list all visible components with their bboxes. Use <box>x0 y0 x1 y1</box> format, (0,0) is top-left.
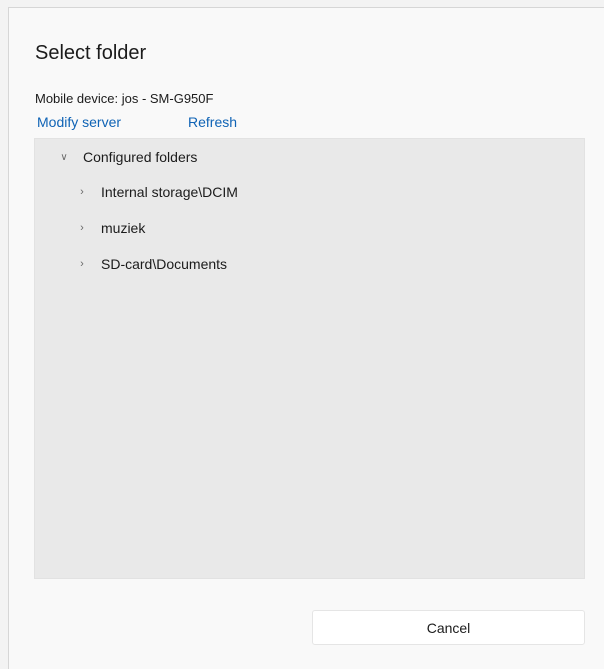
select-folder-dialog: Select folder Mobile device: jos - SM-G9… <box>8 7 604 669</box>
chevron-right-icon[interactable]: › <box>75 258 89 270</box>
tree-item-label: SD-card\Documents <box>101 256 228 272</box>
dialog-title: Select folder <box>35 42 147 64</box>
tree-item-label: muziek <box>101 220 146 236</box>
tree-item-label: Configured folders <box>83 149 198 165</box>
cancel-button[interactable]: Cancel <box>312 610 585 645</box>
tree-item-sd-card-documents[interactable]: › SD-card\Documents <box>75 254 227 274</box>
refresh-link[interactable]: Refresh <box>188 114 237 130</box>
mobile-device-label: Mobile device: jos - SM-G950F <box>35 91 214 106</box>
chevron-right-icon[interactable]: › <box>75 186 89 198</box>
tree-item-label: Internal storage\DCIM <box>101 184 238 200</box>
chevron-down-icon[interactable]: ∨ <box>57 152 71 163</box>
modify-server-link[interactable]: Modify server <box>37 114 121 130</box>
tree-item-internal-storage-dcim[interactable]: › Internal storage\DCIM <box>75 182 238 202</box>
folder-tree[interactable]: ∨ Configured folders › Internal storage\… <box>34 138 585 579</box>
chevron-right-icon[interactable]: › <box>75 222 89 234</box>
tree-item-muziek[interactable]: › muziek <box>75 218 145 238</box>
tree-item-configured-folders[interactable]: ∨ Configured folders <box>57 147 197 167</box>
